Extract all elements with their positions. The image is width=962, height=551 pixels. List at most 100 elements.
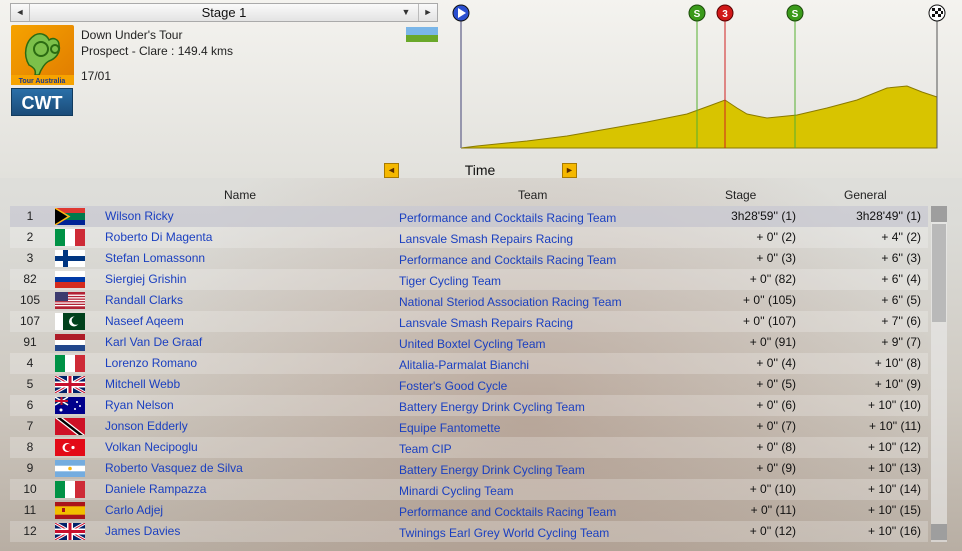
team-name-link[interactable]: National Steriod Association Racing Team bbox=[399, 295, 622, 309]
table-row[interactable]: 10 Daniele Rampazza Minardi Cycling Team + … bbox=[10, 479, 928, 500]
scroll-up-button[interactable] bbox=[931, 206, 947, 222]
general-time: + 7'' (6) bbox=[881, 314, 921, 328]
team-name-link[interactable]: Battery Energy Drink Cycling Team bbox=[399, 400, 585, 414]
rider-position: 2 bbox=[26, 230, 34, 244]
nationality-flag-icon bbox=[55, 418, 85, 435]
rider-position: 5 bbox=[26, 377, 34, 391]
stage-time: + 0'' (2) bbox=[756, 230, 796, 244]
classification-selector: ◄ Time ► bbox=[380, 161, 580, 181]
team-name-link[interactable]: Performance and Cocktails Racing Team bbox=[399, 505, 616, 519]
rider-name-link[interactable]: Roberto Di Magenta bbox=[105, 230, 212, 244]
stage-time: + 0'' (9) bbox=[756, 461, 796, 475]
team-name-link[interactable]: Performance and Cocktails Racing Team bbox=[399, 253, 616, 267]
rider-name-link[interactable]: Mitchell Webb bbox=[105, 377, 180, 391]
team-name-link[interactable]: Lansvale Smash Repairs Racing bbox=[399, 316, 573, 330]
rider-position: 105 bbox=[19, 293, 41, 307]
rider-name-link[interactable]: Stefan Lomassonn bbox=[105, 251, 205, 265]
rider-name-link[interactable]: Jonson Edderly bbox=[105, 419, 188, 433]
stage-time: + 0'' (8) bbox=[756, 440, 796, 454]
table-row[interactable]: 11 Carlo Adjej Performance and Cocktails R… bbox=[10, 500, 928, 521]
general-time: + 9'' (7) bbox=[881, 335, 921, 349]
rider-position: 11 bbox=[23, 503, 37, 517]
next-classification-button[interactable]: ► bbox=[562, 163, 577, 178]
start-flag-icon bbox=[452, 4, 470, 22]
rider-name-link[interactable]: Roberto Vasquez de Silva bbox=[105, 461, 243, 475]
table-row[interactable]: 1 Wilson Ricky Performance and Cocktails R… bbox=[10, 206, 928, 227]
column-header-team[interactable]: Team bbox=[518, 188, 547, 202]
rider-name-link[interactable]: Daniele Rampazza bbox=[105, 482, 206, 496]
rider-name-link[interactable]: James Davies bbox=[105, 524, 180, 538]
team-name-link[interactable]: Twinings Earl Grey World Cycling Team bbox=[399, 526, 609, 540]
stage-time: + 0'' (82) bbox=[749, 272, 796, 286]
stage-time: + 0'' (3) bbox=[756, 251, 796, 265]
general-time: + 10'' (8) bbox=[874, 356, 921, 370]
table-row[interactable]: 9 Roberto Vasquez de Silva Battery Energy … bbox=[10, 458, 928, 479]
stage-time: + 0'' (5) bbox=[756, 377, 796, 391]
rider-name-link[interactable]: Siergiej Grishin bbox=[105, 272, 186, 286]
race-category-badge: CWT bbox=[11, 88, 73, 116]
stage-time: + 0'' (91) bbox=[749, 335, 796, 349]
team-name-link[interactable]: Minardi Cycling Team bbox=[399, 484, 514, 498]
rider-name-link[interactable]: Ryan Nelson bbox=[105, 398, 174, 412]
team-name-link[interactable]: Team CIP bbox=[399, 442, 452, 456]
nationality-flag-icon bbox=[55, 376, 85, 393]
general-time: + 4'' (2) bbox=[881, 230, 921, 244]
table-scrollbar[interactable] bbox=[931, 206, 947, 542]
stage-time: + 0'' (4) bbox=[756, 356, 796, 370]
nationality-flag-icon bbox=[55, 523, 85, 540]
general-time: 3h28'49'' (1) bbox=[856, 209, 921, 223]
stage-label: Stage 1 bbox=[201, 5, 247, 20]
team-name-link[interactable]: Alitalia-Parmalat Bianchi bbox=[399, 358, 529, 372]
table-row[interactable]: 105 Randall Clarks National Steriod Associ… bbox=[10, 290, 928, 311]
nationality-flag-icon bbox=[55, 502, 85, 519]
rider-name-link[interactable]: Carlo Adjej bbox=[105, 503, 163, 517]
table-row[interactable]: 91 Karl Van De Graaf United Boxtel Cycling… bbox=[10, 332, 928, 353]
rider-name-link[interactable]: Randall Clarks bbox=[105, 293, 183, 307]
table-row[interactable]: 4 Lorenzo Romano Alitalia-Parmalat Bianchi… bbox=[10, 353, 928, 374]
team-name-link[interactable]: Foster's Good Cycle bbox=[399, 379, 507, 393]
column-header-general[interactable]: General bbox=[844, 188, 887, 202]
table-row[interactable]: 107 Naseef Aqeem Lansvale Smash Repairs Ra… bbox=[10, 311, 928, 332]
table-row[interactable]: 8 Volkan Necipoglu Team CIP + 0'' (8) + 10''… bbox=[10, 437, 928, 458]
stage-time: + 0'' (105) bbox=[743, 293, 796, 307]
table-row[interactable]: 12 James Davies Twinings Earl Grey World C… bbox=[10, 521, 928, 542]
table-row[interactable]: 6 Ryan Nelson Battery Energy Drink Cycling… bbox=[10, 395, 928, 416]
stage-profile-chart: S 3 S bbox=[452, 4, 946, 149]
table-row[interactable]: 2 Roberto Di Magenta Lansvale Smash Repair… bbox=[10, 227, 928, 248]
stage-time: + 0'' (7) bbox=[756, 419, 796, 433]
scroll-thumb[interactable] bbox=[932, 224, 946, 322]
table-row[interactable]: 7 Jonson Edderly Equipe Fantomette + 0'' (7… bbox=[10, 416, 928, 437]
team-name-link[interactable]: Equipe Fantomette bbox=[399, 421, 500, 435]
column-header-stage[interactable]: Stage bbox=[725, 188, 756, 202]
rider-position: 3 bbox=[26, 251, 34, 265]
general-time: + 10'' (11) bbox=[868, 419, 921, 433]
general-time: + 10'' (14) bbox=[868, 482, 921, 496]
table-row[interactable]: 5 Mitchell Webb Foster's Good Cycle + 0'' (… bbox=[10, 374, 928, 395]
nationality-flag-icon bbox=[55, 481, 85, 498]
rider-name-link[interactable]: Lorenzo Romano bbox=[105, 356, 197, 370]
rider-name-link[interactable]: Karl Van De Graaf bbox=[105, 335, 202, 349]
scroll-down-button[interactable] bbox=[931, 524, 947, 540]
table-row[interactable]: 3 Stefan Lomassonn Performance and Cocktai… bbox=[10, 248, 928, 269]
table-row[interactable]: 82 Siergiej Grishin Tiger Cycling Team + 0'… bbox=[10, 269, 928, 290]
stage-selector[interactable]: ◄ Stage 1 ▼ ► bbox=[10, 3, 438, 22]
rider-name-link[interactable]: Naseef Aqeem bbox=[105, 314, 184, 328]
column-header-name[interactable]: Name bbox=[224, 188, 256, 202]
nationality-flag-icon bbox=[55, 313, 85, 330]
stage-dropdown-icon[interactable]: ▼ bbox=[397, 4, 415, 21]
results-table: 1 Wilson Ricky Performance and Cocktails R… bbox=[10, 206, 928, 542]
nationality-flag-icon bbox=[55, 229, 85, 246]
team-name-link[interactable]: Performance and Cocktails Racing Team bbox=[399, 211, 616, 225]
nationality-flag-icon bbox=[55, 397, 85, 414]
team-name-link[interactable]: Battery Energy Drink Cycling Team bbox=[399, 463, 585, 477]
team-name-link[interactable]: Tiger Cycling Team bbox=[399, 274, 501, 288]
rider-name-link[interactable]: Volkan Necipoglu bbox=[105, 440, 198, 454]
next-stage-button[interactable]: ► bbox=[418, 4, 437, 21]
rider-position: 91 bbox=[23, 335, 37, 349]
table-header: Name Team Stage General bbox=[10, 186, 950, 204]
team-name-link[interactable]: Lansvale Smash Repairs Racing bbox=[399, 232, 573, 246]
stage-time: + 0'' (11) bbox=[750, 503, 796, 517]
rider-name-link[interactable]: Wilson Ricky bbox=[105, 209, 174, 223]
team-name-link[interactable]: United Boxtel Cycling Team bbox=[399, 337, 546, 351]
nationality-flag-icon bbox=[55, 355, 85, 372]
